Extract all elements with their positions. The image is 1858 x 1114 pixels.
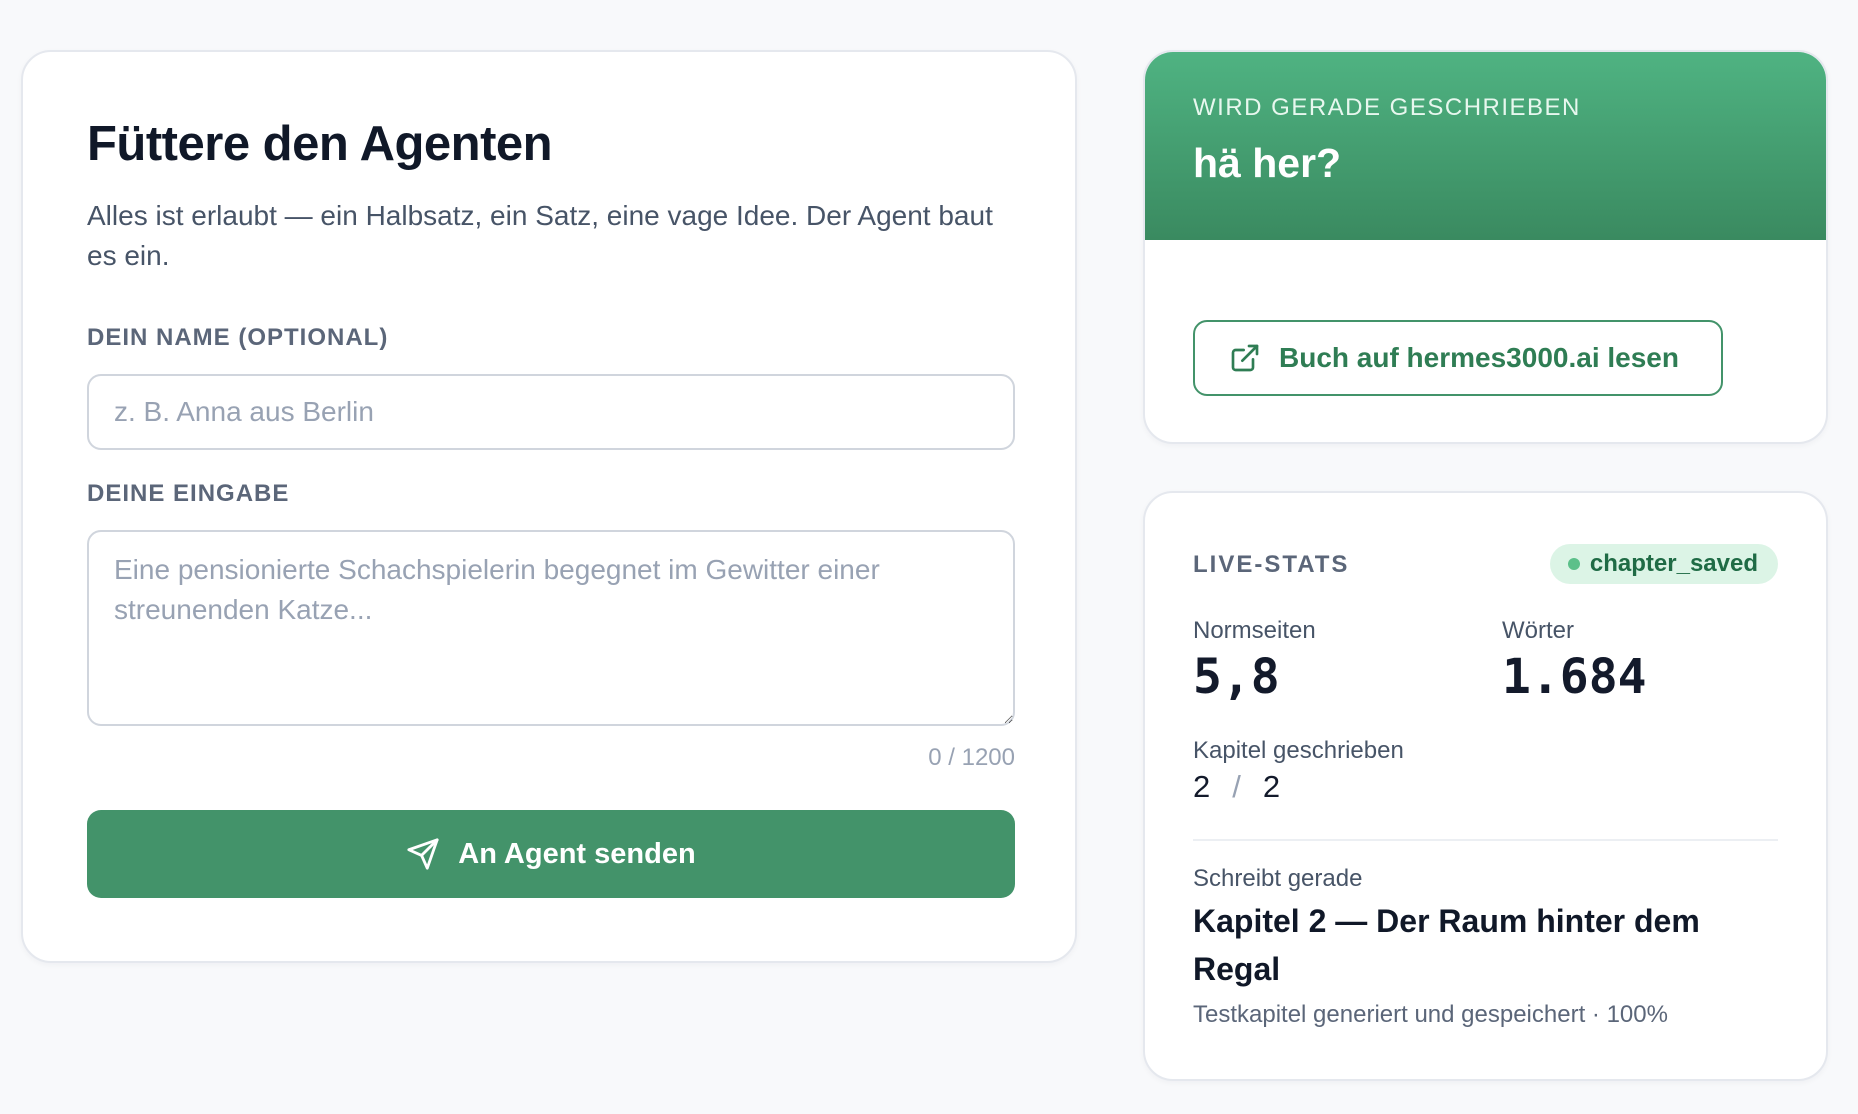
form-subtitle: Alles ist erlaubt — ein Halbsatz, ein Sa… <box>87 200 993 271</box>
send-button-label: An Agent senden <box>458 837 696 870</box>
chapters-separator: / <box>1232 769 1241 804</box>
chapters-progress: 2 / 2 <box>1193 769 1280 805</box>
writing-now-title: Kapitel 2 — Der Raum hinter dem Regal <box>1193 903 1700 987</box>
chapters-label: Kapitel geschrieben <box>1193 737 1404 764</box>
status-dot-icon <box>1567 558 1580 570</box>
read-book-label: Buch auf hermes3000.ai lesen <box>1279 342 1679 373</box>
status-header: WIRD GERADE GESCHRIEBEN hä her? <box>1145 52 1826 240</box>
stats-title: LIVE-STATS <box>1193 551 1350 578</box>
name-input[interactable] <box>87 374 1015 450</box>
name-label: DEIN NAME (OPTIONAL) <box>87 324 389 351</box>
normseiten-value: 5,8 <box>1193 649 1280 705</box>
current-writing-card: WIRD GERADE GESCHRIEBEN hä her? Buch auf… <box>1143 50 1828 444</box>
woerter-label: Wörter <box>1502 617 1574 644</box>
external-link-icon <box>1231 344 1259 372</box>
char-counter: 0 / 1200 <box>928 744 1015 771</box>
chapters-done: 2 <box>1193 769 1211 804</box>
send-icon <box>407 838 439 870</box>
status-badge: chapter_saved <box>1549 544 1778 584</box>
status-eyebrow: WIRD GERADE GESCHRIEBEN <box>1193 94 1581 121</box>
form-title: Füttere den Agenten <box>87 117 553 171</box>
stats-divider <box>1193 839 1778 841</box>
feed-agent-card: Füttere den Agenten Alles ist erlaubt — … <box>21 50 1077 963</box>
send-to-agent-button[interactable]: An Agent senden <box>87 810 1015 898</box>
writing-now-meta: Testkapitel generiert und gespeichert · … <box>1193 1001 1668 1028</box>
chapters-total: 2 <box>1262 769 1281 804</box>
normseiten-label: Normseiten <box>1193 617 1316 644</box>
woerter-value: 1.684 <box>1502 649 1647 705</box>
read-book-link[interactable]: Buch auf hermes3000.ai lesen <box>1193 320 1723 396</box>
writing-now-label: Schreibt gerade <box>1193 865 1363 892</box>
input-label: DEINE EINGABE <box>87 480 290 507</box>
story-input-textarea[interactable] <box>87 530 1015 726</box>
status-title: hä her? <box>1193 140 1342 186</box>
live-stats-card: LIVE-STATS chapter_saved Normseiten 5,8 … <box>1143 491 1828 1081</box>
status-badge-label: chapter_saved <box>1589 550 1758 577</box>
